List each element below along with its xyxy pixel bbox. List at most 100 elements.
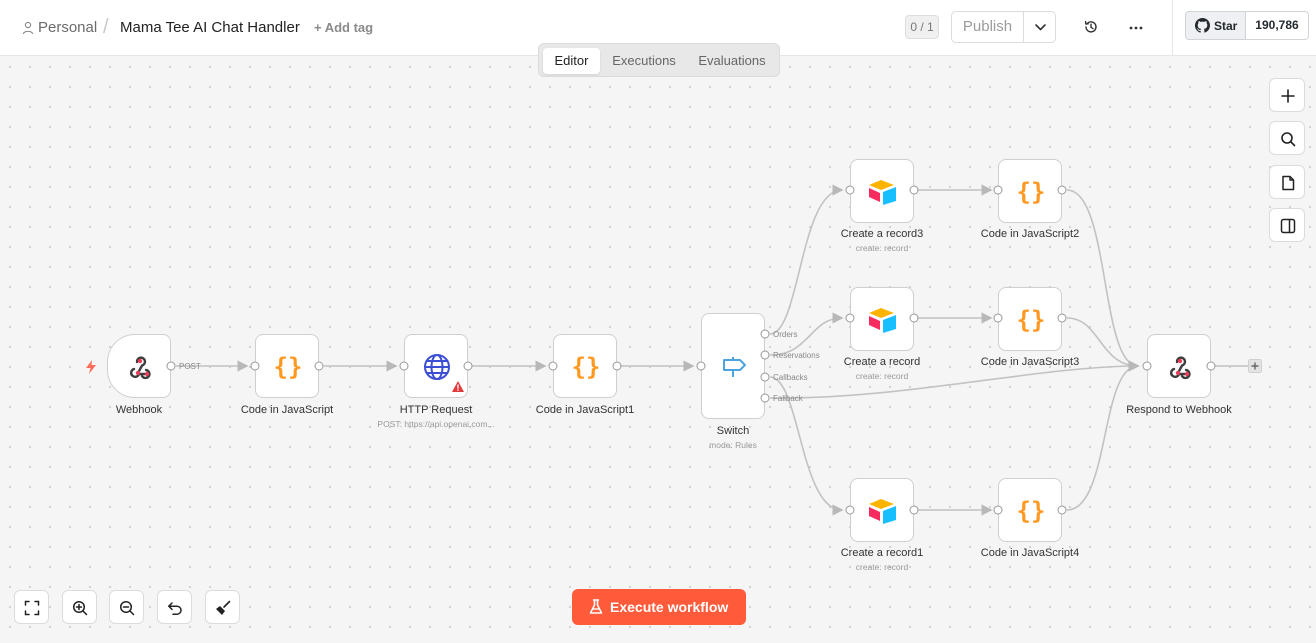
broom-icon [216,600,231,615]
add-node-plus-icon[interactable] [1248,359,1262,373]
port-webhook-out[interactable] [166,361,176,371]
port-code-js4-out[interactable] [1057,505,1067,515]
port-label-callbacks: Callbacks [773,373,808,382]
node-create-record1[interactable] [850,478,914,542]
port-switch-in[interactable] [696,361,706,371]
port-code-js-out[interactable] [314,361,324,371]
node-label-code-js2: Code in JavaScript2 [980,228,1080,240]
port-respond-out[interactable] [1206,361,1216,371]
node-subtitle-record: create: record [855,371,909,381]
connection-code4-respond [1066,360,1140,511]
node-code-js[interactable]: {} [255,334,319,398]
warning-icon [452,381,464,392]
node-code-js4[interactable]: {} [998,478,1062,542]
curly-braces-icon: {} [1017,178,1046,206]
port-code-js3-out[interactable] [1057,313,1067,323]
port-code-js2-in[interactable] [993,185,1003,195]
curly-braces-icon: {} [572,353,601,381]
port-respond-in[interactable] [1142,361,1152,371]
port-code-js-in[interactable] [250,361,260,371]
port-record3-out[interactable] [909,185,919,195]
signpost-icon [723,357,746,377]
node-subtitle-record3: create: record [855,243,909,253]
search-nodes-button[interactable] [1269,121,1305,155]
workflow-connections [176,184,1248,516]
port-code-js3-in[interactable] [993,313,1003,323]
svg-text:{}: {} [1017,178,1046,206]
zoom-out-button[interactable] [109,590,144,624]
port-label-post: POST [179,362,201,371]
port-switch-orders[interactable] [760,329,770,339]
port-switch-callbacks[interactable] [760,372,770,382]
tab-editor[interactable]: Editor [543,48,600,74]
port-http-out[interactable] [463,361,473,371]
view-tabs: Editor Executions Evaluations [538,43,780,77]
port-record1-in[interactable] [845,505,855,515]
node-label-record: Create a record [843,356,921,368]
node-code-js2[interactable]: {} [998,159,1062,223]
execute-workflow-label: Execute workflow [610,599,729,615]
port-switch-fallback[interactable] [760,393,770,403]
sticky-note-icon [1282,175,1295,191]
node-create-record3[interactable] [850,159,914,223]
curly-braces-icon: {} [1017,497,1046,525]
port-code-js1-in[interactable] [548,361,558,371]
connection-switch-orders [769,184,844,335]
airtable-icon [869,180,896,205]
port-code-js2-out[interactable] [1057,185,1067,195]
svg-text:{}: {} [1017,306,1046,334]
webhook-icon [1169,356,1191,380]
port-code-js1-out[interactable] [612,361,622,371]
port-label-fallback: Fallback [773,394,803,403]
flask-icon [589,599,603,614]
node-label-code-js1: Code in JavaScript1 [535,404,635,416]
webhook-icon [129,356,151,380]
node-code-js1[interactable]: {} [553,334,617,398]
node-webhook[interactable] [107,334,171,398]
node-label-record3: Create a record3 [840,228,924,240]
plus-icon [1281,89,1295,103]
svg-text:{}: {} [274,353,303,381]
add-node-button[interactable] [1269,78,1305,112]
node-label-respond: Respond to Webhook [1126,404,1232,416]
fit-view-icon [24,600,40,616]
execute-workflow-button[interactable]: Execute workflow [572,589,746,625]
airtable-icon [869,499,896,524]
node-label-code-js3: Code in JavaScript3 [980,356,1080,368]
node-subtitle-switch: mode: Rules [709,440,757,450]
globe-icon [424,354,450,380]
port-switch-reservations[interactable] [760,350,770,360]
tidy-up-button[interactable] [205,590,240,624]
undo-icon [168,602,182,615]
node-label-record1: Create a record1 [840,547,924,559]
node-label-http: HTTP Request [399,404,473,416]
fit-view-button[interactable] [14,590,49,624]
connection-code2-respond [1066,189,1140,372]
node-create-record[interactable] [850,287,914,351]
port-record-in[interactable] [845,313,855,323]
undo-button[interactable] [157,590,192,624]
tab-executions[interactable]: Executions [604,48,684,74]
node-code-js3[interactable]: {} [998,287,1062,351]
node-subtitle-http: POST: https://api.openai.com... [377,419,495,429]
port-record3-in[interactable] [845,185,855,195]
svg-text:{}: {} [1017,497,1046,525]
port-http-in[interactable] [399,361,409,371]
tab-evaluations[interactable]: Evaluations [688,48,776,74]
port-record1-out[interactable] [909,505,919,515]
port-record-out[interactable] [909,313,919,323]
sticky-note-button[interactable] [1269,165,1305,199]
node-label-switch: Switch [716,425,750,437]
node-label-code-js: Code in JavaScript [240,404,334,416]
toggle-panel-button[interactable] [1269,208,1305,242]
node-http-request[interactable] [404,334,468,398]
zoom-in-button[interactable] [62,590,97,624]
curly-braces-icon: {} [274,353,303,381]
curly-braces-icon: {} [1017,306,1046,334]
search-icon [1281,132,1296,147]
port-code-js4-in[interactable] [993,505,1003,515]
node-switch[interactable] [701,313,765,419]
trigger-bolt-icon [86,360,96,374]
node-label-webhook: Webhook [115,404,163,416]
node-respond-webhook[interactable] [1147,334,1211,398]
